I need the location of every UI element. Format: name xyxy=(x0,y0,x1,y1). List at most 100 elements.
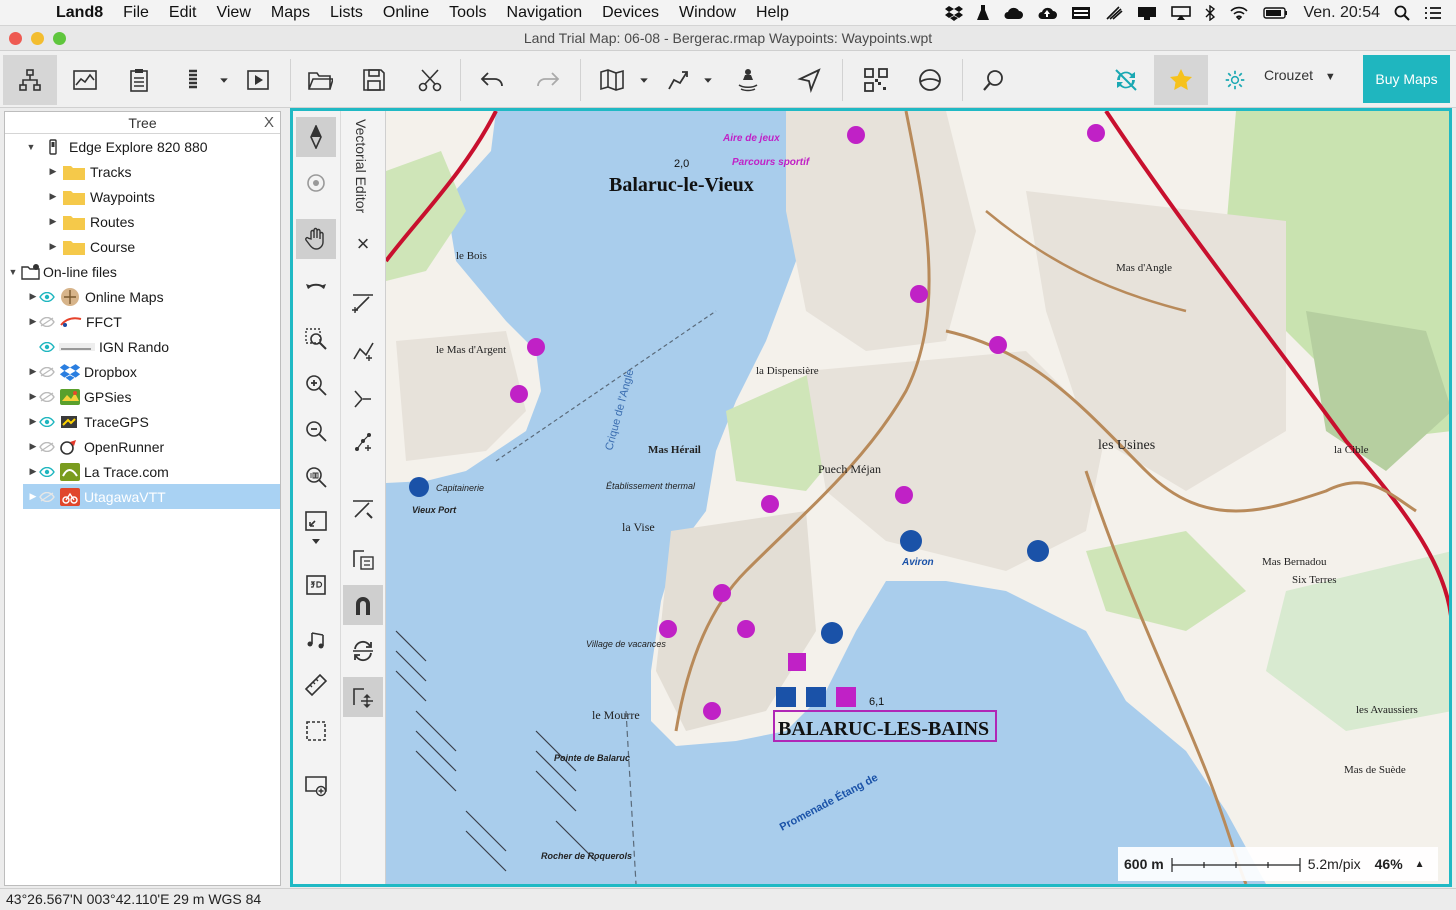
vector-editor-close-button[interactable]: × xyxy=(343,229,383,259)
disclosure-open-icon[interactable]: ▼ xyxy=(25,142,37,152)
tree-node-tracegps[interactable]: ▶ TraceGPS xyxy=(27,409,149,434)
airplay-icon[interactable] xyxy=(1171,6,1192,20)
visibility-eye-icon[interactable] xyxy=(39,466,55,477)
compass-button[interactable] xyxy=(296,117,336,157)
disclosure-closed-icon[interactable]: ▶ xyxy=(47,216,59,227)
tree-node-online-maps[interactable]: ▶ Online Maps xyxy=(27,284,164,309)
save-button[interactable] xyxy=(352,55,396,105)
tree-node-routes[interactable]: ▶ Routes xyxy=(47,209,134,234)
disclosure-open-icon[interactable]: ▼ xyxy=(7,267,19,277)
zoom-window-button[interactable] xyxy=(53,32,66,45)
minimize-window-button[interactable] xyxy=(31,32,44,45)
music-track-button[interactable] xyxy=(296,619,336,659)
tree-node-ffct[interactable]: ▶ FFCT xyxy=(27,309,122,334)
3d-view-button[interactable] xyxy=(296,565,336,605)
disclosure-closed-icon[interactable]: ▶ xyxy=(47,166,59,177)
play-button[interactable] xyxy=(236,55,280,105)
topographic-map[interactable]: Balaruc-le-Vieux 2,0 Aire de jeux Parcou… xyxy=(386,111,1452,884)
menubar-clock[interactable]: Ven. 20:54 xyxy=(1303,4,1380,22)
tree-close-button[interactable]: X xyxy=(264,112,274,134)
sync-button[interactable] xyxy=(908,55,952,105)
disclosure-closed-icon[interactable]: ▶ xyxy=(27,391,39,402)
disclosure-closed-icon[interactable]: ▶ xyxy=(27,466,39,477)
menu-navigation[interactable]: Navigation xyxy=(497,4,593,22)
disclosure-closed-icon[interactable]: ▶ xyxy=(27,291,39,302)
tree-node-latrace[interactable]: ▶ La Trace.com xyxy=(27,459,169,484)
select-area-button[interactable] xyxy=(296,711,336,751)
rotate-button[interactable] xyxy=(296,265,336,305)
visibility-eye-icon[interactable] xyxy=(39,341,55,352)
search-button[interactable] xyxy=(972,55,1016,105)
route-button[interactable] xyxy=(656,55,700,105)
locate-button[interactable] xyxy=(296,163,336,203)
route-dropdown[interactable] xyxy=(698,55,718,105)
spotlight-search-icon[interactable] xyxy=(1394,5,1410,21)
menu-tools[interactable]: Tools xyxy=(439,4,496,22)
close-window-button[interactable] xyxy=(9,32,22,45)
tree-node-online-files[interactable]: ▼ On-line files xyxy=(7,259,117,284)
magnet-snap-button[interactable] xyxy=(343,585,383,625)
menu-view[interactable]: View xyxy=(206,4,260,22)
redo-button[interactable] xyxy=(526,55,570,105)
tree-view-button[interactable] xyxy=(3,55,57,105)
layers-button[interactable] xyxy=(172,55,214,105)
disclosure-closed-icon[interactable]: ▶ xyxy=(27,441,39,452)
battery-icon[interactable] xyxy=(1263,6,1289,20)
tree-node-utagawavtt[interactable]: ▶ UtagawaVTT xyxy=(23,484,280,509)
reverse-track-button[interactable] xyxy=(343,631,383,671)
track-properties-button[interactable] xyxy=(343,539,383,579)
bluetooth-icon[interactable] xyxy=(1205,5,1216,21)
menu-window[interactable]: Window xyxy=(669,4,746,22)
position-button[interactable] xyxy=(726,55,770,105)
favorites-button[interactable] xyxy=(1154,55,1208,105)
disclosure-closed-icon[interactable]: ▶ xyxy=(47,191,59,202)
tree-node-gpsies[interactable]: ▶ GPSies xyxy=(27,384,131,409)
zoom-menu-dropdown[interactable] xyxy=(296,531,336,551)
tree-node-openrunner[interactable]: ▶ OpenRunner xyxy=(27,434,165,459)
tree-node-course[interactable]: ▶ Course xyxy=(47,234,135,259)
zoom-up-arrow-icon[interactable]: ▲ xyxy=(1415,859,1425,870)
profile-selector[interactable]: Crouzet ▼ xyxy=(1264,67,1336,83)
flask-status-icon[interactable] xyxy=(977,5,990,21)
notification-center-icon[interactable] xyxy=(1424,6,1442,20)
visibility-off-icon[interactable] xyxy=(39,441,55,452)
zoom-in-button[interactable] xyxy=(296,365,336,405)
disclosure-closed-icon[interactable]: ▶ xyxy=(27,366,39,377)
cloud-sync-button[interactable] xyxy=(1104,55,1148,105)
tree-node-waypoints[interactable]: ▶ Waypoints xyxy=(47,184,155,209)
add-map-button[interactable] xyxy=(296,765,336,805)
navigate-button[interactable] xyxy=(788,55,832,105)
cut-button[interactable] xyxy=(408,55,452,105)
visibility-eye-icon[interactable] xyxy=(39,416,55,427)
wifi-icon[interactable] xyxy=(1229,6,1249,20)
tree-node-tracks[interactable]: ▶ Tracks xyxy=(47,159,131,184)
zoom-selection-button[interactable] xyxy=(296,319,336,359)
dropbox-status-icon[interactable] xyxy=(945,5,964,21)
zoom-100-button[interactable] xyxy=(296,457,336,497)
menu-lists[interactable]: Lists xyxy=(320,4,373,22)
buy-maps-button[interactable]: Buy Maps xyxy=(1363,55,1450,103)
layers-dropdown[interactable] xyxy=(214,55,234,105)
disclosure-closed-icon[interactable]: ▶ xyxy=(47,241,59,252)
visibility-off-icon[interactable] xyxy=(39,491,55,502)
map-button[interactable] xyxy=(590,55,634,105)
profile-chart-button[interactable] xyxy=(60,55,110,105)
disclosure-closed-icon[interactable]: ▶ xyxy=(27,491,39,502)
cloud-upload-icon[interactable] xyxy=(1037,6,1058,20)
disclosure-closed-icon[interactable]: ▶ xyxy=(27,316,39,327)
add-points-button[interactable] xyxy=(343,423,383,463)
menu-devices[interactable]: Devices xyxy=(592,4,669,22)
move-points-button[interactable] xyxy=(343,677,383,717)
edit-track-button[interactable] xyxy=(343,489,383,529)
zoom-out-button[interactable] xyxy=(296,411,336,451)
visibility-eye-icon[interactable] xyxy=(39,291,55,302)
visibility-off-icon[interactable] xyxy=(39,316,55,327)
draw-polyline-button[interactable] xyxy=(343,333,383,373)
taskbar-icon[interactable] xyxy=(1071,6,1091,20)
split-track-button[interactable] xyxy=(343,379,383,419)
disclosure-closed-icon[interactable]: ▶ xyxy=(27,416,39,427)
qr-code-button[interactable] xyxy=(854,55,898,105)
zoom-level[interactable]: 46% xyxy=(1375,856,1403,872)
draw-track-button[interactable] xyxy=(343,283,383,323)
tree-node-dropbox[interactable]: ▶ Dropbox xyxy=(27,359,137,384)
